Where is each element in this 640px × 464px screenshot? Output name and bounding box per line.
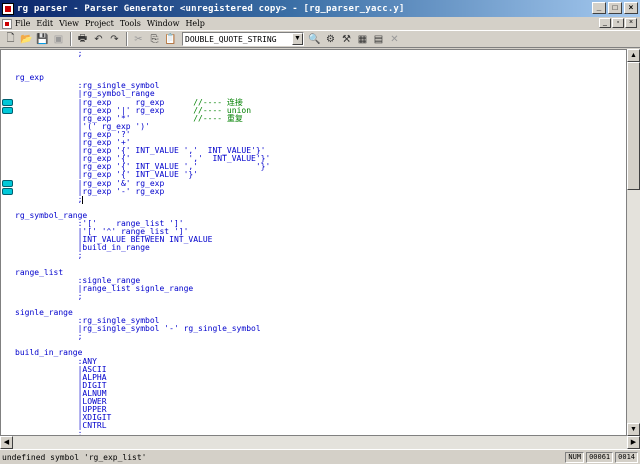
line-number: 00061 <box>586 451 614 463</box>
code-line-text: ; <box>15 291 83 301</box>
cut-icon[interactable]: ✂ <box>131 32 146 46</box>
menu-view[interactable]: View <box>59 19 79 28</box>
vertical-scrollbar[interactable]: ▲ ▼ <box>627 49 640 436</box>
code-line-text: ; <box>15 49 83 58</box>
grid-icon[interactable]: ▦ <box>355 32 370 46</box>
code-line-text: ; <box>15 194 83 204</box>
copy-icon[interactable]: ⎘ <box>147 32 162 46</box>
chevron-down-icon[interactable]: ▼ <box>292 33 303 45</box>
compile-icon[interactable]: ⚒ <box>339 32 354 46</box>
scroll-up-icon[interactable]: ▲ <box>627 49 640 62</box>
symbol-combo-value: DOUBLE_QUOTE_STRING <box>185 34 277 44</box>
paste-icon[interactable]: 📋 <box>163 32 178 46</box>
window-title: rg parser - Parser Generator <unregister… <box>17 3 405 14</box>
code-line[interactable]: ; <box>15 252 270 260</box>
document-icon[interactable] <box>2 18 12 29</box>
save-icon[interactable]: 💾 <box>35 32 50 46</box>
stop-icon[interactable]: ✕ <box>387 32 402 46</box>
bookmark-marker-icon[interactable] <box>2 187 13 195</box>
bookmark-marker-icon[interactable] <box>2 179 13 187</box>
code-line[interactable] <box>15 66 270 74</box>
menu-file[interactable]: File <box>15 19 30 28</box>
code-comment: //---- 重复 <box>193 113 243 123</box>
app-icon[interactable] <box>2 2 14 15</box>
scroll-down-icon[interactable]: ▼ <box>627 423 640 436</box>
code-line-text: ; <box>15 251 83 261</box>
code-line[interactable] <box>15 58 270 66</box>
menu-bar: File Edit View Project Tools Window Help… <box>0 17 640 30</box>
scroll-thumb[interactable] <box>627 62 640 190</box>
menu-help[interactable]: Help <box>185 19 204 28</box>
code-line[interactable]: ; <box>15 50 270 58</box>
print-icon[interactable]: 🖶 <box>75 32 90 46</box>
new-file-icon[interactable]: 🗋 <box>3 32 18 46</box>
code-editor[interactable]: ; rg_exp :rg_single_symbol |rg_symbol_ran… <box>0 49 627 436</box>
open-folder-icon[interactable]: 📂 <box>19 32 34 46</box>
menu-tools[interactable]: Tools <box>120 19 141 28</box>
horizontal-scrollbar[interactable]: ◀ ▶ <box>0 436 640 449</box>
code-line[interactable]: ; <box>15 333 270 341</box>
title-bar[interactable]: rg parser - Parser Generator <unregister… <box>0 0 640 17</box>
code-text[interactable]: ; rg_exp :rg_single_symbol |rg_symbol_ran… <box>2 50 270 436</box>
find-icon[interactable]: 🔍 <box>307 32 322 46</box>
close-button[interactable]: × <box>624 2 638 14</box>
code-line-text: ; <box>15 429 83 436</box>
mdi-minimize-button[interactable]: _ <box>599 18 611 28</box>
options-icon[interactable]: ▤ <box>371 32 386 46</box>
status-bar: undefined symbol 'rg_exp_list' NUM 00061… <box>0 449 640 464</box>
toolbar: 🗋 📂 💾 ▣ 🖶 ↶ ↷ ✂ ⎘ 📋 DOUBLE_QUOTE_STRING … <box>0 30 640 48</box>
bookmark-marker-icon[interactable] <box>2 98 13 106</box>
text-caret <box>82 195 84 204</box>
scroll-left-icon[interactable]: ◀ <box>0 436 13 449</box>
code-line-text: ; <box>15 332 83 342</box>
undo-icon[interactable]: ↶ <box>91 32 106 46</box>
mdi-restore-button[interactable]: ▫ <box>612 18 624 28</box>
menu-project[interactable]: Project <box>85 19 114 28</box>
num-lock-indicator: NUM <box>565 451 585 463</box>
maximize-button[interactable]: □ <box>608 2 622 14</box>
menu-edit[interactable]: Edit <box>36 19 53 28</box>
bookmark-marker-icon[interactable] <box>2 106 13 114</box>
mdi-close-button[interactable]: × <box>625 18 637 28</box>
code-line[interactable]: ; <box>15 291 270 301</box>
status-message: undefined symbol 'rg_exp_list' <box>2 452 147 462</box>
build-icon[interactable]: ⚙ <box>323 32 338 46</box>
redo-icon[interactable]: ↷ <box>107 32 122 46</box>
code-line[interactable]: ; <box>15 194 270 204</box>
scroll-right-icon[interactable]: ▶ <box>627 436 640 449</box>
save-all-icon[interactable]: ▣ <box>51 32 66 46</box>
symbol-combo[interactable]: DOUBLE_QUOTE_STRING ▼ <box>182 32 304 46</box>
minimize-button[interactable]: _ <box>592 2 606 14</box>
column-number: 0014 <box>615 451 638 463</box>
menu-window[interactable]: Window <box>147 19 180 28</box>
